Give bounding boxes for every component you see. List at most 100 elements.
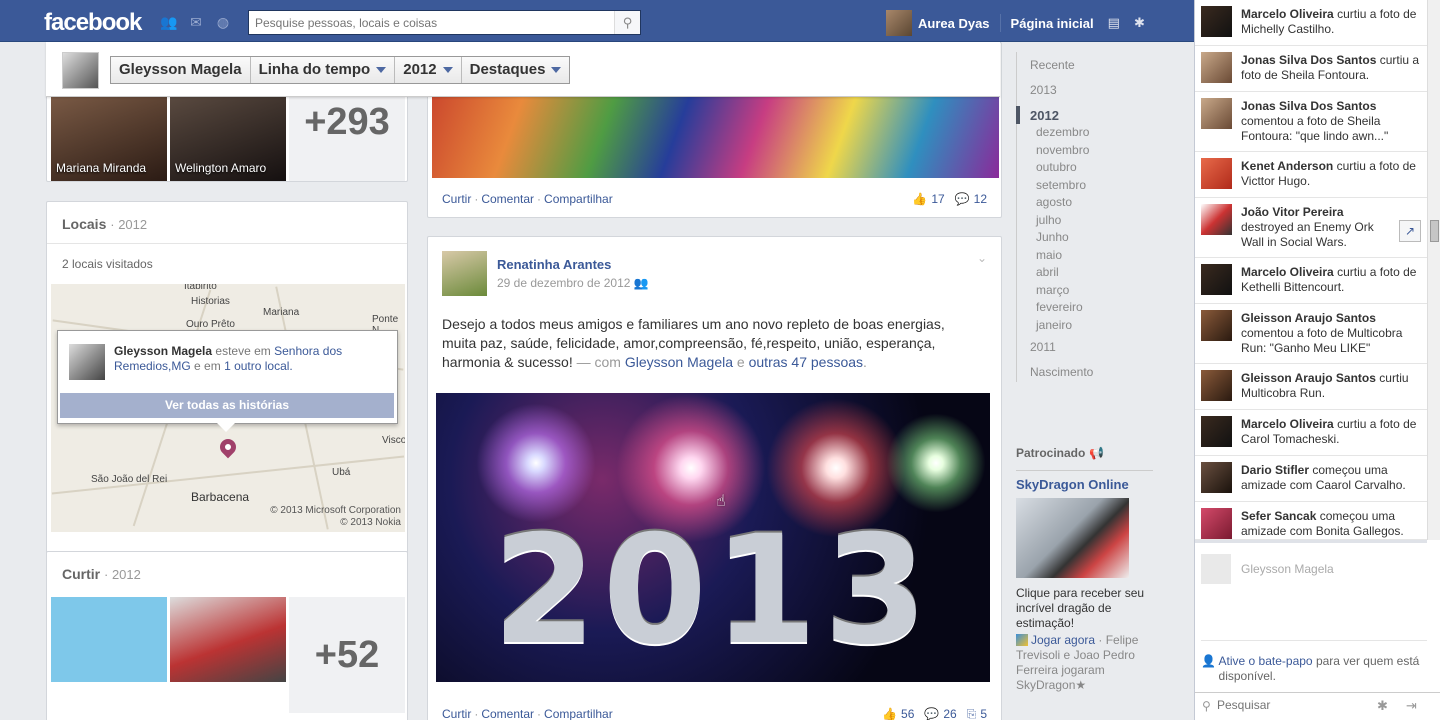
timeline-post: Renatinha Arantes 29 de dezembro de 2012…	[427, 236, 1002, 720]
post-tag-link[interactable]: Gleysson Magela	[625, 354, 733, 370]
year-dropdown[interactable]: 2012	[395, 57, 462, 83]
ticker-item[interactable]: Marcelo Oliveira curtiu a foto de Michel…	[1195, 0, 1427, 46]
thumbs-up-icon: 👍	[882, 707, 898, 720]
facebook-logo[interactable]: facebook	[44, 9, 142, 37]
timeline-dropdown[interactable]: Linha do tempo	[251, 57, 396, 83]
ticker-item[interactable]: Gleisson Araujo Santos comentou a foto d…	[1195, 304, 1427, 364]
post-date-text: 29 de dezembro de 2012	[497, 276, 631, 290]
ticker-item[interactable]: Jonas Silva Dos Santos comentou a foto d…	[1195, 92, 1427, 152]
month-link[interactable]: agosto	[1036, 195, 1072, 209]
sponsored-title-text: Patrocinado	[1016, 446, 1086, 460]
month-link[interactable]: setembro	[1036, 178, 1086, 192]
year-link-2011[interactable]: 2011	[1030, 340, 1056, 354]
search-input[interactable]	[249, 11, 611, 34]
see-all-stories-button[interactable]: Ver todas as histórias	[60, 393, 394, 418]
likes-count[interactable]: 👍 17	[912, 192, 944, 206]
ticker-action: comentou a foto de Multicobra Run: "Ganh…	[1241, 326, 1403, 355]
more-friends-count[interactable]: +293	[289, 96, 405, 181]
share-icon: ⎘	[966, 707, 977, 720]
map-pin-icon[interactable]	[216, 435, 240, 459]
ad-description[interactable]: Clique para receber seu incrível dragão …	[1016, 586, 1156, 631]
ad-title-link[interactable]: SkyDragon Online	[1016, 477, 1176, 492]
settings-gear-icon[interactable]: ✱	[1134, 15, 1145, 31]
chat-friend-item[interactable]: Gleysson Magela	[1201, 554, 1334, 584]
month-link[interactable]: novembro	[1036, 143, 1089, 157]
liked-page-thumb[interactable]	[170, 597, 286, 682]
ticker-action: comentou a foto de Sheila Fontoura: "que…	[1241, 114, 1389, 143]
highlights-dropdown[interactable]: Destaques	[462, 57, 570, 83]
ticker-item[interactable]: Gleisson Araujo Santos curtiu Multicobra…	[1195, 364, 1427, 410]
ticker-item[interactable]: Marcelo Oliveira curtiu a foto de Kethel…	[1195, 258, 1427, 304]
messages-icon[interactable]: ✉	[187, 14, 205, 30]
post-author-avatar[interactable]	[442, 251, 487, 296]
share-link[interactable]: Compartilhar	[544, 707, 613, 720]
user-avatar[interactable]	[886, 10, 912, 36]
month-link[interactable]: fevereiro	[1036, 300, 1083, 314]
post-date[interactable]: 29 de dezembro de 2012 👥	[497, 276, 649, 290]
likes-count[interactable]: 👍 56	[882, 707, 914, 720]
ticker-scrollbar[interactable]	[1427, 0, 1440, 540]
sponsored-title[interactable]: Patrocinado 📢	[1016, 446, 1176, 460]
chat-search-input[interactable]	[1217, 698, 1357, 712]
timeline-profile-avatar[interactable]	[62, 52, 99, 89]
popover-avatar[interactable]	[69, 344, 105, 380]
places-title[interactable]: Locais · 2012	[62, 216, 147, 232]
comment-link[interactable]: Comentar	[481, 707, 534, 720]
ticker-name: Jonas Silva Dos Santos	[1241, 53, 1377, 67]
ticker-item[interactable]: Jonas Silva Dos Santos curtiu a foto de …	[1195, 46, 1427, 92]
home-link[interactable]: Página inicial	[1011, 16, 1094, 31]
comment-link[interactable]: Comentar	[481, 192, 534, 206]
ticker-chat-divider[interactable]	[1195, 540, 1427, 543]
likes-title[interactable]: Curtir · 2012	[62, 566, 141, 582]
external-link-icon[interactable]: ↗	[1399, 220, 1421, 242]
month-link[interactable]: maio	[1036, 248, 1062, 262]
ticker-item[interactable]: João Vitor Pereira destroyed an Enemy Or…	[1195, 198, 1427, 258]
activate-chat-link[interactable]: Ative o bate-papo	[1219, 654, 1313, 668]
user-name-link[interactable]: Aurea Dyas	[918, 16, 990, 31]
month-link[interactable]: julho	[1036, 213, 1061, 227]
year-link-birth[interactable]: Nascimento	[1030, 365, 1093, 379]
month-link[interactable]: abril	[1036, 265, 1059, 279]
ticker-item[interactable]: Dario Stifler começou uma amizade com Ca…	[1195, 456, 1427, 502]
year-link-recent[interactable]: Recente	[1030, 58, 1075, 72]
comments-count[interactable]: 💬 12	[955, 192, 987, 206]
post-tag-others-link[interactable]: outras 47 pessoas	[749, 354, 863, 370]
ad-image[interactable]	[1016, 498, 1129, 578]
like-link[interactable]: Curtir	[442, 192, 471, 206]
map-town: Visco	[382, 435, 405, 446]
ticker-item[interactable]: Sefer Sancak começou uma amizade com Bon…	[1195, 502, 1427, 540]
hide-sidebar-icon[interactable]: ⇥	[1406, 698, 1417, 714]
month-link[interactable]: janeiro	[1036, 318, 1072, 332]
search-icon[interactable]: ⚲	[614, 11, 640, 34]
post-options-chevron-icon[interactable]: ⌄	[977, 251, 987, 265]
more-likes-count[interactable]: +52	[289, 597, 405, 713]
chat-options-gear-icon[interactable]: ✱	[1377, 698, 1388, 714]
privacy-shortcuts-icon[interactable]: ▤	[1108, 15, 1120, 31]
month-link[interactable]: Junho	[1036, 230, 1069, 244]
share-link[interactable]: Compartilhar	[544, 192, 613, 206]
like-link[interactable]: Curtir	[442, 707, 471, 720]
post-author-name[interactable]: Renatinha Arantes	[497, 257, 611, 272]
month-link[interactable]: março	[1036, 283, 1069, 297]
post-photo[interactable]: 2013	[436, 393, 990, 682]
map-copyright-line: © 2013 Microsoft Corporation	[270, 505, 401, 516]
play-now-link[interactable]: Jogar agora	[1031, 633, 1095, 647]
friend-thumb[interactable]: Mariana Miranda	[51, 96, 167, 181]
month-link[interactable]: outubro	[1036, 160, 1077, 174]
year-link-2012[interactable]: 2012	[1030, 108, 1059, 123]
ticker-scrollbar-thumb[interactable]	[1430, 220, 1439, 242]
profile-name-button[interactable]: Gleysson Magela	[111, 57, 251, 83]
shares-count[interactable]: ⎘ 5	[967, 707, 987, 720]
year-link-2013[interactable]: 2013	[1030, 83, 1057, 97]
ticker-item[interactable]: Marcelo Oliveira curtiu a foto de Carol …	[1195, 410, 1427, 456]
popover-other-link[interactable]: 1 outro local.	[224, 359, 293, 373]
month-link[interactable]: dezembro	[1036, 125, 1089, 139]
ticker-item[interactable]: Kenet Anderson curtiu a foto de Victtor …	[1195, 152, 1427, 198]
notifications-globe-icon[interactable]: ◍	[214, 14, 232, 30]
comments-count[interactable]: 💬 26	[924, 707, 956, 720]
ticker-name: João Vitor Pereira	[1241, 205, 1344, 219]
popover-name[interactable]: Gleysson Magela	[114, 344, 212, 358]
liked-page-thumb[interactable]	[51, 597, 167, 682]
friend-requests-icon[interactable]: 👥	[160, 14, 178, 30]
friend-thumb[interactable]: Welington Amaro	[170, 96, 286, 181]
